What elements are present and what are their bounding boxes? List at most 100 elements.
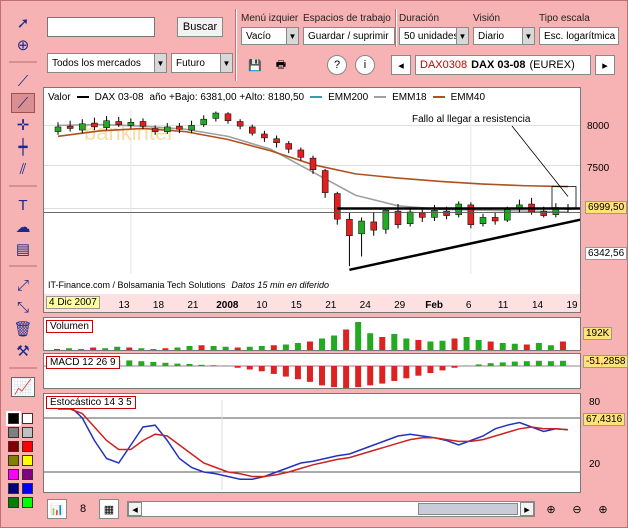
candle-body xyxy=(200,118,207,125)
stochastic-panel[interactable]: Estocástico 14 3 5 xyxy=(43,393,581,493)
candle-body xyxy=(273,138,280,143)
horizontal-line-icon[interactable]: ✛ xyxy=(11,115,35,135)
volume-label: Volumen xyxy=(46,320,93,333)
macd-bar xyxy=(367,366,374,386)
chart-area: Valor DAX 03-08 año +Bajo: 6381,00 +Alto… xyxy=(43,83,628,493)
macd-panel[interactable]: MACD 12 26 9 xyxy=(43,353,581,389)
save-icon[interactable]: 💾 xyxy=(245,55,265,75)
color-swatch-green[interactable] xyxy=(8,497,19,508)
menu-select[interactable]: Vacío ▼ xyxy=(241,27,299,45)
workspace-select-value: Guardar / suprimir xyxy=(308,30,389,42)
market-select[interactable]: Todos los mercados ▼ xyxy=(47,53,167,73)
help-icon[interactable]: ? xyxy=(327,55,347,75)
macd-bar xyxy=(499,362,506,366)
color-swatch-white[interactable] xyxy=(22,413,33,424)
vertical-line-icon[interactable]: ┿ xyxy=(11,137,35,157)
line-tool-icon[interactable]: ⟋ xyxy=(11,93,35,113)
cursor-icon[interactable]: ➚ xyxy=(11,13,35,33)
trendline-icon[interactable]: ⟋ xyxy=(11,71,35,91)
horizontal-scrollbar[interactable]: ◂ ▸ xyxy=(127,501,535,517)
instrument-name: DAX 03-08 xyxy=(471,59,526,71)
color-swatch-red[interactable] xyxy=(22,441,33,452)
candle-body xyxy=(285,143,292,150)
prev-chart-icon[interactable]: ◂ xyxy=(391,55,411,75)
tools-icon[interactable]: ⚒ xyxy=(11,341,35,361)
next-chart-icon[interactable]: ▸ xyxy=(595,55,615,75)
color-swatch-yellow[interactable] xyxy=(22,455,33,466)
macd-bar xyxy=(126,360,133,366)
macd-bar xyxy=(487,363,494,366)
candle-body xyxy=(334,193,341,220)
macd-last-value: -51,2858 xyxy=(583,355,628,368)
chevron-down-icon[interactable]: ▼ xyxy=(154,54,166,72)
type-select-value: Futuro xyxy=(176,57,205,69)
macd-bar xyxy=(246,366,253,370)
volume-bar xyxy=(294,343,301,350)
chevron-down-icon[interactable]: ▼ xyxy=(286,28,298,44)
macd-chart xyxy=(44,358,580,388)
candle-body xyxy=(504,209,511,221)
color-swatch-silver[interactable] xyxy=(22,427,33,438)
indicator-icon[interactable]: 8 xyxy=(73,499,93,519)
color-swatch-magenta[interactable] xyxy=(8,469,19,480)
color-swatch-blue[interactable] xyxy=(22,483,33,494)
print-icon[interactable]: 🖶 xyxy=(271,55,291,75)
search-button[interactable]: Buscar xyxy=(177,17,223,37)
candle-body xyxy=(540,210,547,216)
macd-bar xyxy=(547,361,554,366)
chart-settings-icon[interactable]: 📊 xyxy=(47,499,67,519)
macd-bar xyxy=(535,360,542,366)
macd-bar xyxy=(427,366,434,374)
zoom-fit-icon[interactable]: ⊕ xyxy=(541,499,561,519)
color-swatch-purple[interactable] xyxy=(22,469,33,480)
volume-bar xyxy=(355,322,362,350)
scrollbar-thumb[interactable] xyxy=(418,503,518,515)
view-label: Visión xyxy=(473,13,501,24)
arrow-tool-icon[interactable]: ⤡ xyxy=(11,297,35,317)
channel-icon[interactable]: ⫽ xyxy=(11,159,35,179)
chart-type-icon[interactable]: 📈 xyxy=(11,377,35,397)
volume-bar xyxy=(403,338,410,350)
zoom-out-icon[interactable]: ⊖ xyxy=(567,499,587,519)
scroll-left-icon[interactable]: ◂ xyxy=(128,502,142,516)
search-input[interactable] xyxy=(47,17,155,37)
comment-icon[interactable]: ☁ xyxy=(11,217,35,237)
price-panel[interactable]: Valor DAX 03-08 año +Bajo: 6381,00 +Alto… xyxy=(43,87,581,313)
scale-select[interactable]: Esc. logarítmica xyxy=(539,27,619,45)
color-swatch-black[interactable] xyxy=(6,411,21,426)
scroll-right-icon[interactable]: ▸ xyxy=(520,502,534,516)
trash-icon[interactable]: 🗑 xyxy=(11,319,35,339)
duration-select[interactable]: 50 unidades ▼ xyxy=(399,27,469,45)
candle-body xyxy=(103,120,110,128)
macd-label: MACD 12 26 9 xyxy=(46,356,120,369)
color-swatch-lime[interactable] xyxy=(22,497,33,508)
chevron-down-icon[interactable]: ▼ xyxy=(456,28,468,44)
view-select[interactable]: Diario ▼ xyxy=(473,27,535,45)
book-icon[interactable]: ▤ xyxy=(11,239,35,259)
date-labels: 13 18 21 2008 10 15 21 24 29 Feb 6 11 14 19 xyxy=(118,300,578,311)
fibonacci-icon[interactable]: ⤢ xyxy=(11,275,35,295)
chevron-down-icon[interactable]: ▼ xyxy=(522,28,534,44)
color-swatch-maroon[interactable] xyxy=(8,441,19,452)
workspace-select[interactable]: Guardar / suprimir xyxy=(303,27,395,45)
top-controls: Buscar Todos los mercados ▼ Futuro ▼ Men… xyxy=(43,9,623,81)
color-swatch-gray[interactable] xyxy=(8,427,19,438)
volume-chart xyxy=(54,322,566,350)
zoom-in-icon[interactable]: ⊕ xyxy=(593,499,613,519)
volume-panel[interactable]: Volumen xyxy=(43,317,581,351)
chevron-down-icon[interactable]: ▼ xyxy=(220,54,232,72)
candle-body xyxy=(176,125,183,130)
date-label: 19 xyxy=(566,300,578,311)
color-swatch-olive[interactable] xyxy=(8,455,19,466)
color-swatch-navy[interactable] xyxy=(8,483,19,494)
zoom-in-icon[interactable]: ⊕ xyxy=(11,35,35,55)
info-icon[interactable]: i xyxy=(355,55,375,75)
text-tool-icon[interactable]: T xyxy=(11,195,35,215)
report-icon[interactable]: ▦ xyxy=(99,499,119,519)
candle-body xyxy=(115,121,122,125)
y-tick-8000: 8000 xyxy=(587,121,610,132)
toolbar-divider xyxy=(9,185,37,187)
date-label: 13 xyxy=(118,300,130,311)
volume-bar xyxy=(427,341,434,350)
type-select[interactable]: Futuro ▼ xyxy=(171,53,233,73)
